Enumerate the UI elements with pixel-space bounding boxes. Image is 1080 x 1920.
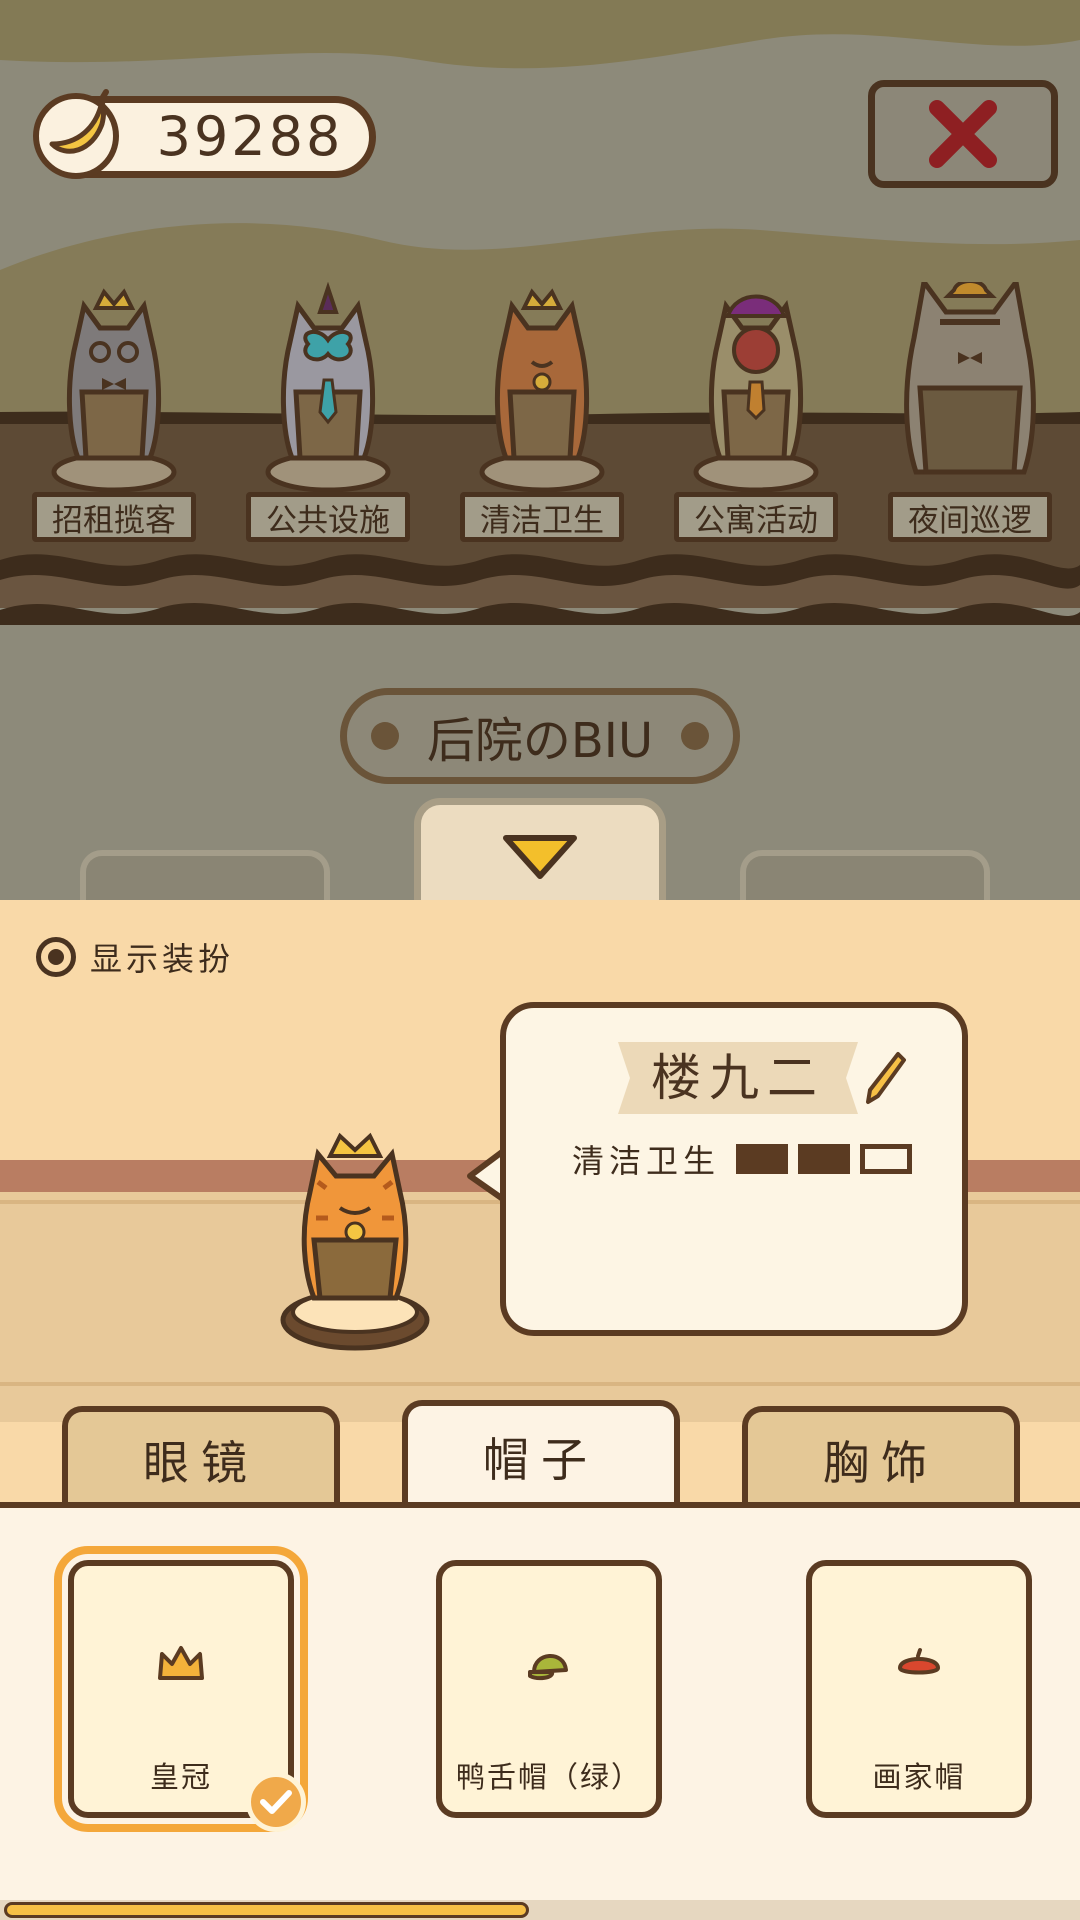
tag-dot-right [681,722,710,750]
background-tab-right [740,850,990,900]
item-card-green-cap[interactable]: 鸭舌帽（绿） [436,1560,662,1818]
department-清洁卫生[interactable]: 清洁卫生 [452,282,632,542]
chevron-down-icon [503,834,577,879]
department-公寓活动[interactable]: 公寓活动 [666,282,846,542]
skill-pip-filled [798,1144,851,1174]
cat-statue-icon [51,288,177,493]
cat-statue-icon [479,288,605,493]
currency-value: 39288 [156,105,344,168]
building-name: 后院のBIU [426,713,654,769]
banana-icon [33,89,119,179]
skill-pip-filled [736,1144,789,1174]
tab-brooches[interactable]: 胸饰 [742,1406,1020,1508]
close-button[interactable] [868,80,1058,188]
tab-glasses[interactable]: 眼镜 [62,1406,340,1508]
selected-check-icon [246,1772,306,1832]
character-info-bubble: 楼九二 清洁卫生 [500,1002,968,1336]
skill-label: 清洁卫生 [572,1142,721,1180]
department-label: 公寓活动 [674,492,838,542]
background-tab-left [80,850,330,900]
department-label: 招租揽客 [32,492,196,542]
show-costume-label: 显示装扮 [90,940,235,978]
edit-name-icon[interactable] [864,1048,908,1108]
tab-hats[interactable]: 帽子 [402,1400,680,1508]
character-name: 楼九二 [651,1049,825,1107]
collapse-panel-button[interactable] [414,798,666,900]
department-label: 清洁卫生 [460,492,624,542]
skill-row: 清洁卫生 [572,1136,913,1182]
floor-line [0,1382,1080,1386]
show-costume-toggle[interactable]: 显示装扮 [36,934,234,980]
department-scene: 39288 招租揽客 公共设施 清洁卫生 公寓活动 夜间巡逻 后院のBIU [0,0,1080,900]
radio-dot [48,949,64,965]
building-name-tag: 后院のBIU [340,688,740,784]
beret-icon [897,1648,941,1675]
item-label: 画家帽 [872,1760,966,1794]
character-preview [280,1132,430,1351]
costume-panel: 显示装扮 楼九二 清洁卫生 眼镜 帽子 胸饰 皇冠 鸭舌帽（绿） 画家帽 [0,900,1080,1920]
tag-dot-left [370,722,399,750]
department-夜间巡逻[interactable]: 夜间巡逻 [880,282,1060,542]
crown-icon [158,1646,204,1680]
department-公共设施[interactable]: 公共设施 [238,282,418,542]
green-cap-icon [528,1654,568,1681]
skill-pip-empty [860,1144,913,1174]
cat-statue-icon [904,282,1036,475]
item-label: 鸭舌帽（绿） [455,1760,642,1794]
item-grid: 皇冠 鸭舌帽（绿） 画家帽 [0,1502,1080,1920]
department-label: 夜间巡逻 [888,492,1052,542]
close-x-icon [929,100,997,168]
department-label: 公共设施 [246,492,410,542]
scrollbar-thumb[interactable] [4,1902,529,1918]
radio-icon[interactable] [36,937,76,977]
department-招租揽客[interactable]: 招租揽客 [24,282,204,542]
cat-statue-icon [265,282,391,493]
item-card-beret[interactable]: 画家帽 [806,1560,1032,1818]
cat-statue-icon [693,294,819,493]
